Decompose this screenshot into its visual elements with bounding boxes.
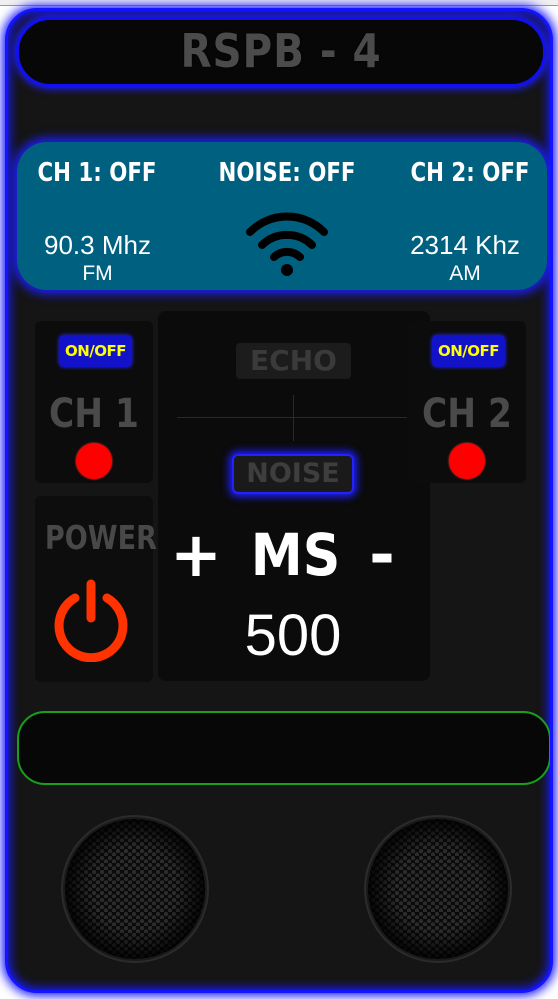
- ch2-frequency: 2314 Khz: [410, 230, 520, 260]
- crosshair-vertical-line: [293, 395, 294, 441]
- ch1-band: FM: [82, 262, 113, 285]
- ch1-status: CH 1: OFF: [37, 158, 157, 188]
- noise-status: NOISE: OFF: [218, 158, 356, 188]
- ch2-indicator-light: [449, 443, 485, 479]
- power-card: POWER: [35, 496, 157, 682]
- radio-device-frame: RSPB - 4 CH 1: OFF NOISE: OFF CH 2: OFF …: [5, 8, 553, 993]
- channel-2-card: ON/OFF CH 2: [408, 321, 526, 483]
- noise-button[interactable]: NOISE: [232, 454, 354, 494]
- echo-button[interactable]: ECHO: [236, 343, 351, 379]
- right-speaker-grille: [364, 815, 512, 963]
- ch2-toggle-button[interactable]: ON/OFF: [432, 335, 505, 367]
- status-display-panel: CH 1: OFF NOISE: OFF CH 2: OFF 90.3 Mhz …: [17, 142, 547, 290]
- ms-decrement-button[interactable]: -: [360, 523, 404, 587]
- ch1-label: CH 1: [49, 391, 139, 437]
- power-icon[interactable]: [49, 578, 133, 662]
- output-display-bar: [17, 711, 550, 785]
- ch1-toggle-button[interactable]: ON/OFF: [59, 335, 132, 367]
- ms-increment-button[interactable]: +: [170, 523, 222, 587]
- ch2-label: CH 2: [422, 391, 512, 437]
- power-label: POWER: [44, 518, 157, 557]
- wifi-signal-icon: [246, 212, 328, 276]
- channel-1-card: ON/OFF CH 1: [35, 321, 153, 483]
- window-top-edge: [0, 0, 558, 6]
- ch2-band: AM: [449, 262, 481, 285]
- ms-label: MS: [250, 521, 341, 589]
- ch1-indicator-light: [76, 443, 112, 479]
- crosshair-horizontal-line: [177, 417, 407, 418]
- device-title: RSPB - 4: [180, 24, 382, 78]
- ch2-status: CH 2: OFF: [410, 158, 530, 188]
- title-bar: RSPB - 4: [16, 17, 546, 87]
- left-speaker-grille: [61, 815, 209, 963]
- ch1-frequency: 90.3 Mhz: [44, 230, 151, 260]
- ms-value: 500: [244, 603, 342, 668]
